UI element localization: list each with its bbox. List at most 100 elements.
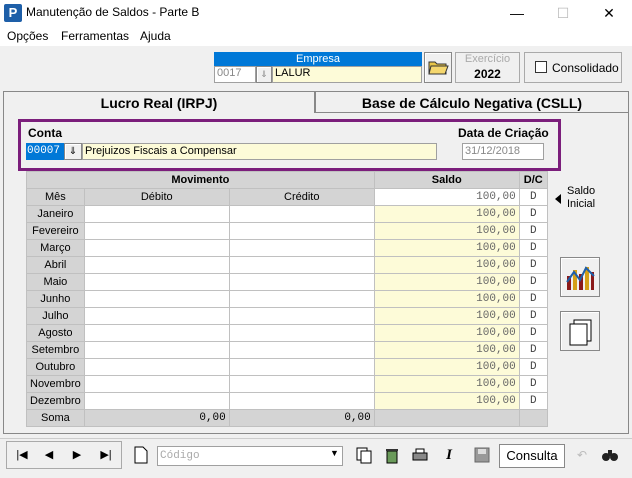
debito-cell[interactable] <box>83 341 230 359</box>
table-row: Fevereiro 100,00 D <box>26 222 548 240</box>
table-row: Outubro 100,00 D <box>26 358 548 376</box>
debito-cell[interactable] <box>83 256 230 274</box>
credito-cell[interactable] <box>228 307 375 325</box>
debito-cell[interactable] <box>83 290 230 308</box>
copy-icon <box>356 447 372 464</box>
mes-header: Mês <box>26 188 85 206</box>
credito-cell[interactable] <box>228 205 375 223</box>
folder-icon <box>428 61 449 75</box>
exercicio-value: 2022 <box>474 67 501 81</box>
saldo-cell: 100,00 <box>373 239 520 257</box>
credito-cell[interactable] <box>228 324 375 342</box>
italic-info-button[interactable]: I <box>437 443 461 467</box>
credito-cell[interactable] <box>228 290 375 308</box>
conta-code-field[interactable]: 00007 <box>26 143 64 160</box>
open-folder-button[interactable] <box>424 52 452 83</box>
new-button[interactable] <box>129 443 153 467</box>
conta-description-field: Prejuizos Fiscais a Compensar <box>82 143 437 160</box>
debito-cell[interactable] <box>83 307 230 325</box>
pages-button[interactable] <box>560 311 600 351</box>
dc-inicial: D <box>518 188 548 206</box>
soma-label: Soma <box>26 409 85 427</box>
bar-chart-icon <box>566 266 595 290</box>
debito-cell[interactable] <box>83 375 230 393</box>
close-button[interactable]: ✕ <box>586 0 632 26</box>
codigo-search-field[interactable]: Código <box>157 446 343 466</box>
empresa-header: Empresa <box>214 52 422 66</box>
pages-icon <box>569 319 592 346</box>
saldo-inicial-arrow-icon <box>555 194 561 204</box>
dc-cell: D <box>518 358 548 376</box>
credito-cell[interactable] <box>228 222 375 240</box>
last-record-button[interactable]: ▶| <box>94 443 118 467</box>
empresa-lookup-button[interactable]: ⇓ <box>256 66 272 83</box>
dc-cell: D <box>518 222 548 240</box>
credito-cell[interactable] <box>228 256 375 274</box>
chart-button[interactable] <box>560 257 600 297</box>
new-document-icon <box>134 446 148 464</box>
chevron-down-icon[interactable]: ▼ <box>330 448 339 458</box>
tab-lucro-real[interactable]: Lucro Real (IRPJ) <box>3 91 315 113</box>
saldo-inicial-value: 100,00 <box>476 191 516 203</box>
debito-cell[interactable] <box>83 205 230 223</box>
menu-ajuda[interactable]: Ajuda <box>140 29 171 43</box>
table-row: Dezembro 100,00 D <box>26 392 548 410</box>
menu-ferramentas[interactable]: Ferramentas <box>61 29 129 43</box>
undo-button[interactable]: ↶ <box>570 443 594 467</box>
dc-cell: D <box>518 341 548 359</box>
conta-lookup-button[interactable]: ⇓ <box>64 143 82 160</box>
tab-base-calculo[interactable]: Base de Cálculo Negativa (CSLL) <box>315 91 629 112</box>
credito-cell[interactable] <box>228 358 375 376</box>
credito-cell[interactable] <box>228 341 375 359</box>
search-button[interactable] <box>598 443 622 467</box>
first-record-button[interactable]: |◀ <box>10 443 34 467</box>
credito-cell[interactable] <box>228 392 375 410</box>
debito-cell[interactable] <box>83 239 230 257</box>
debito-cell[interactable] <box>83 222 230 240</box>
maximize-button[interactable]: ☐ <box>540 0 586 26</box>
table-row: Abril 100,00 D <box>26 256 548 274</box>
mes-cell: Junho <box>26 290 85 308</box>
copy-button[interactable] <box>352 443 376 467</box>
next-record-button[interactable]: ▶ <box>65 443 89 467</box>
movimento-header: Movimento <box>26 171 375 189</box>
dc-cell: D <box>518 392 548 410</box>
table-row: Março 100,00 D <box>26 239 548 257</box>
consolidado-label: Consolidado <box>552 61 619 75</box>
print-button[interactable] <box>408 443 432 467</box>
minimize-button[interactable]: — <box>494 0 540 26</box>
debito-cell[interactable] <box>83 392 230 410</box>
dc-cell: D <box>518 307 548 325</box>
debito-cell[interactable] <box>83 358 230 376</box>
consolidado-checkbox[interactable] <box>535 61 547 73</box>
conta-label: Conta <box>28 126 62 140</box>
credito-cell[interactable] <box>228 239 375 257</box>
table-row: Junho 100,00 D <box>26 290 548 308</box>
dc-header: D/C <box>518 171 548 189</box>
menu-opcoes[interactable]: Opções <box>7 29 48 43</box>
dc-cell: D <box>518 273 548 291</box>
saldo-cell: 100,00 <box>373 256 520 274</box>
data-criacao-field: 31/12/2018 <box>462 143 544 160</box>
save-button[interactable] <box>470 443 494 467</box>
credito-cell[interactable] <box>228 273 375 291</box>
debito-cell[interactable] <box>83 324 230 342</box>
saldo-inicial-label: Saldo Inicial <box>567 185 595 211</box>
delete-button[interactable] <box>380 443 404 467</box>
binoculars-icon <box>602 450 618 461</box>
mes-cell: Agosto <box>26 324 85 342</box>
debito-cell[interactable] <box>83 273 230 291</box>
exercicio-label: Exercício <box>464 53 511 65</box>
saldo-inicial-line2: Inicial <box>567 198 596 210</box>
soma-credito: 0,00 <box>228 409 375 427</box>
dc-cell: D <box>518 375 548 393</box>
credito-cell[interactable] <box>228 375 375 393</box>
save-icon <box>474 447 490 463</box>
mes-cell: Janeiro <box>26 205 85 223</box>
prev-record-button[interactable]: ◀ <box>37 443 61 467</box>
soma-debito: 0,00 <box>83 409 230 427</box>
empresa-code-field[interactable]: 0017 <box>214 66 256 83</box>
data-criacao-label: Data de Criação <box>458 126 549 140</box>
saldo-inicial-line1: Saldo <box>567 185 596 197</box>
credito-header: Crédito <box>228 188 375 206</box>
